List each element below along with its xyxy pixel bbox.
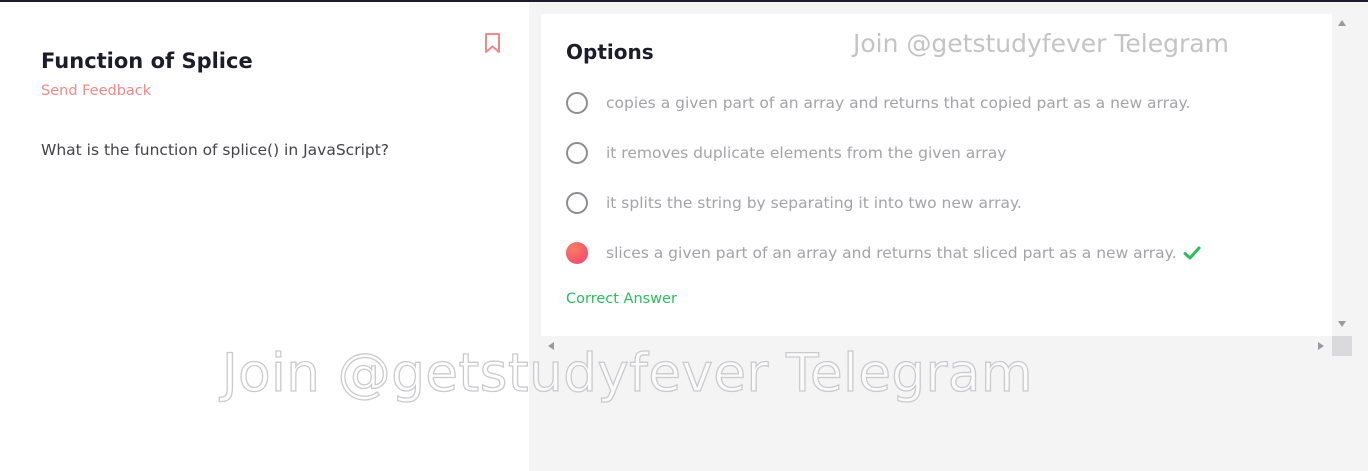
question-panel: Function of Splice Send Feedback What is… [0, 2, 529, 471]
scroll-right-arrow-icon[interactable] [1318, 342, 1324, 350]
option-1[interactable]: copies a given part of an array and retu… [566, 90, 1190, 116]
option-3[interactable]: it splits the string by separating it in… [566, 190, 1022, 216]
question-title: Function of Splice [41, 49, 253, 73]
check-icon [1183, 246, 1201, 260]
scroll-up-arrow-icon[interactable] [1338, 20, 1346, 26]
option-2[interactable]: it removes duplicate elements from the g… [566, 140, 1006, 166]
option-radio[interactable] [566, 192, 588, 214]
scroll-down-arrow-icon[interactable] [1338, 321, 1346, 327]
options-title: Options [566, 40, 654, 64]
options-card: Options copies a given part of an array … [541, 14, 1332, 336]
question-text: What is the function of splice() in Java… [41, 141, 390, 159]
bookmark-icon[interactable] [484, 32, 501, 54]
scroll-left-arrow-icon[interactable] [548, 342, 554, 350]
option-radio-selected[interactable] [566, 242, 588, 264]
correct-answer-label: Correct Answer [566, 291, 677, 307]
option-radio[interactable] [566, 142, 588, 164]
option-label: it removes duplicate elements from the g… [606, 144, 1007, 162]
send-feedback-link[interactable]: Send Feedback [41, 83, 151, 99]
option-label: it splits the string by separating it in… [606, 194, 1022, 212]
option-label: slices a given part of an array and retu… [606, 244, 1177, 262]
option-label: copies a given part of an array and retu… [606, 94, 1191, 112]
option-radio[interactable] [566, 92, 588, 114]
option-4[interactable]: slices a given part of an array and retu… [566, 240, 1201, 266]
horizontal-scrollbar[interactable] [541, 336, 1332, 356]
scrollbar-corner [1332, 336, 1352, 356]
vertical-scrollbar[interactable] [1332, 14, 1352, 336]
